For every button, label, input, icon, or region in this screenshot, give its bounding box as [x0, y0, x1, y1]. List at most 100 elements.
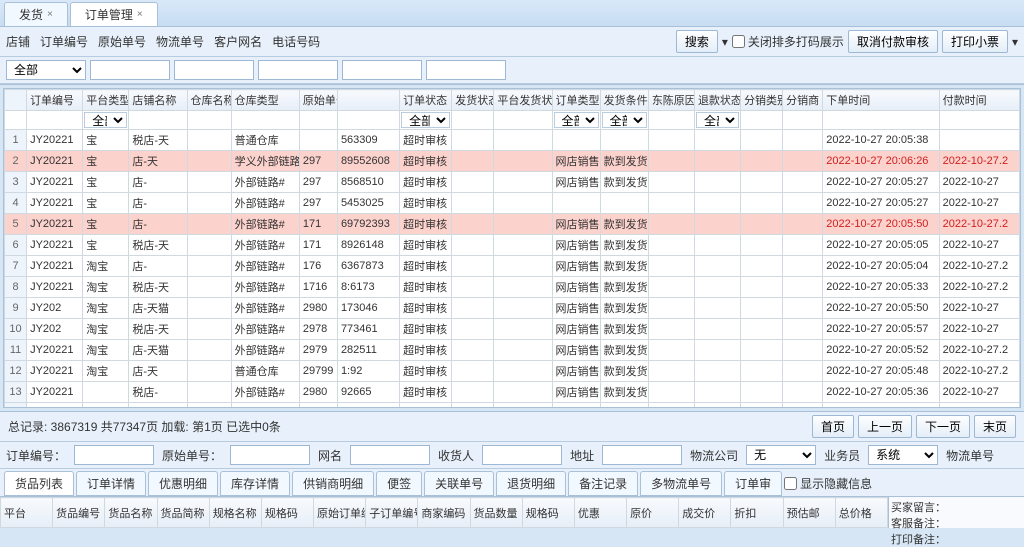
col-header[interactable]: 订单编号 [27, 90, 83, 111]
sub-col-header[interactable]: 成交价 [679, 498, 731, 528]
sub-col-header[interactable]: 折扣 [731, 498, 783, 528]
col-filter[interactable]: 全部 [602, 112, 647, 128]
search-button[interactable]: 搜索 [676, 30, 718, 53]
sub-col-header[interactable]: 原价 [627, 498, 679, 528]
col-filter[interactable]: 全部 [554, 112, 599, 128]
sub-col-header[interactable]: 商家编码 [418, 498, 470, 528]
col-header[interactable]: 平台类型 [83, 90, 129, 111]
col-header[interactable]: 分销商 [783, 90, 823, 111]
col-filter[interactable]: 全部 [401, 112, 450, 128]
bf-logico-combo[interactable]: 无 [746, 445, 816, 465]
sub-tab[interactable]: 库存详情 [220, 471, 290, 496]
close-icon[interactable]: × [137, 9, 143, 20]
sub-col-header[interactable]: 规格名称 [209, 498, 261, 528]
print-button[interactable]: 打印小票 [942, 30, 1008, 53]
col-filter[interactable]: 全部 [84, 112, 127, 128]
sub-col-header[interactable]: 规格码 [261, 498, 313, 528]
cust-input[interactable] [342, 60, 422, 80]
sub-tab[interactable]: 备注记录 [568, 471, 638, 496]
sub-col-header[interactable]: 预估邮 [783, 498, 835, 528]
close-icon[interactable]: × [47, 9, 53, 20]
sub-col-header[interactable]: 规格码 [522, 498, 574, 528]
prev-page-button[interactable]: 上一页 [858, 415, 912, 438]
bf-addr-input[interactable] [602, 445, 682, 465]
table-row[interactable]: 10JY202淘宝税店-天外部链路#2978773461超时审核网店销售款到发货… [5, 319, 1020, 340]
close-scan-input[interactable] [732, 35, 745, 48]
col-header[interactable]: 发货条件 [600, 90, 648, 111]
sub-tab[interactable]: 订单详情 [76, 471, 146, 496]
col-header[interactable]: 退款状态 [694, 90, 740, 111]
col-header[interactable]: 订单状态 [400, 90, 452, 111]
table-row[interactable]: 4JY20221宝店-外部链路#2975453025超时审核2022-10-27… [5, 193, 1020, 214]
show-hidden-input[interactable] [784, 477, 797, 490]
cell [648, 319, 694, 340]
col-filter[interactable]: 全部 [696, 112, 739, 128]
sub-tab[interactable]: 多物流单号 [640, 471, 722, 496]
table-row[interactable]: 7JY20221淘宝店-外部链路#1766367873超时审核网店销售款到发货2… [5, 256, 1020, 277]
col-header[interactable]: 仓库类型 [231, 90, 299, 111]
tab-shipping[interactable]: 发货× [4, 2, 68, 26]
col-filter-empty [823, 111, 939, 130]
col-header[interactable]: 仓库名称 [187, 90, 231, 111]
sub-tab[interactable]: 供销商明细 [292, 471, 374, 496]
col-header[interactable]: 订单类型 [552, 90, 600, 111]
orig-input[interactable] [174, 60, 254, 80]
close-scan-checkbox[interactable]: 关闭排多打码展示 [732, 33, 844, 50]
cell [494, 361, 552, 382]
cell: 2022-10-27 20:05:27 [823, 193, 939, 214]
table-row[interactable]: 3JY20221宝店-外部链路#2978568510超时审核网店销售款到发货20… [5, 172, 1020, 193]
sub-col-header[interactable]: 总价格 [835, 498, 887, 528]
first-page-button[interactable]: 首页 [812, 415, 854, 438]
table-row[interactable]: 5JY20221宝店-外部链路#17169792393超时审核网店销售款到发货2… [5, 214, 1020, 235]
col-header[interactable]: 东陈原因 [648, 90, 694, 111]
sub-col-header[interactable]: 货品数量 [470, 498, 522, 528]
col-header[interactable]: 付款时间 [939, 90, 1019, 111]
sub-tab[interactable]: 优惠明细 [148, 471, 218, 496]
sub-tab[interactable]: 便签 [376, 471, 422, 496]
show-hidden-checkbox[interactable]: 显示隐藏信息 [784, 475, 872, 492]
col-header[interactable]: 店铺名称 [129, 90, 187, 111]
table-row[interactable]: 12JY20221淘宝店-天普通仓库297991:92超时审核网店销售款到发货2… [5, 361, 1020, 382]
next-page-button[interactable]: 下一页 [916, 415, 970, 438]
cancel-audit-button[interactable]: 取消付款审核 [848, 30, 938, 53]
sub-tab[interactable]: 订单审 [724, 471, 782, 496]
phone-input[interactable] [426, 60, 506, 80]
sub-col-header[interactable]: 优惠 [574, 498, 626, 528]
sub-tab[interactable]: 关联单号 [424, 471, 494, 496]
table-row[interactable]: 13JY20221税店-外部链路#298092665超时审核网店销售款到发货20… [5, 382, 1020, 403]
store-combo[interactable]: 全部 [6, 60, 86, 80]
col-header[interactable] [337, 90, 399, 111]
bf-biz-combo[interactable]: 系统 [868, 445, 938, 465]
last-page-button[interactable]: 末页 [974, 415, 1016, 438]
sub-col-header[interactable]: 原始订单编号 [314, 498, 366, 528]
table-row[interactable]: 14JY20221税店-外部链路#2976892665超时审核网店销售款到发货2… [5, 403, 1020, 409]
sub-col-header[interactable]: 货品编号 [53, 498, 105, 528]
table-row[interactable]: 1JY20221宝税店-天普通仓库563309超时审核2022-10-27 20… [5, 130, 1020, 151]
cell: 2022-10-27 20:05:52 [823, 340, 939, 361]
sub-tab[interactable]: 货品列表 [4, 471, 74, 496]
sub-col-header[interactable]: 货品名称 [105, 498, 157, 528]
table-row[interactable]: 9JY202淘宝店-天猫外部链路#2980173046超时审核网店销售款到发货2… [5, 298, 1020, 319]
sub-col-header[interactable]: 平台 [1, 498, 53, 528]
table-row[interactable]: 11JY20221淘宝店-天猫外部链路#2979282511超时审核网店销售款到… [5, 340, 1020, 361]
bf-net-input[interactable] [350, 445, 430, 465]
table-row[interactable]: 2JY20221宝店-天学义外部链路#29789552608超时审核网店销售款到… [5, 151, 1020, 172]
logi-input[interactable] [258, 60, 338, 80]
sub-col-header[interactable]: 货品简称 [157, 498, 209, 528]
col-header[interactable]: 原始单号 [299, 90, 337, 111]
col-header[interactable]: 发货状态 [452, 90, 494, 111]
bf-recv-input[interactable] [482, 445, 562, 465]
col-header[interactable]: 平台发货状态 [494, 90, 552, 111]
col-header[interactable]: 分销类别 [741, 90, 783, 111]
cell: 外部链路# [231, 172, 299, 193]
bf-orig-input[interactable] [230, 445, 310, 465]
bf-order-input[interactable] [74, 445, 154, 465]
table-row[interactable]: 6JY20221宝税店-天外部链路#1718926148超时审核网店销售款到发货… [5, 235, 1020, 256]
col-header[interactable]: 下单时间 [823, 90, 939, 111]
sub-col-header[interactable]: 子订单编号 [366, 498, 418, 528]
tab-order-mgmt[interactable]: 订单管理× [70, 2, 158, 26]
cell: JY20221 [27, 382, 83, 403]
order-input[interactable] [90, 60, 170, 80]
table-row[interactable]: 8JY20221淘宝税店-天外部链路#17168:6173超时审核网店销售款到发… [5, 277, 1020, 298]
sub-tab[interactable]: 退货明细 [496, 471, 566, 496]
